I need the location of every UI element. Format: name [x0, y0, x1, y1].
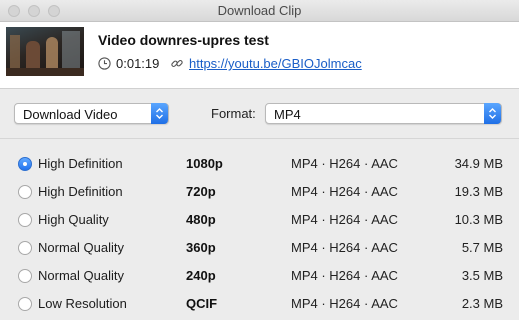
window-title: Download Clip [217, 3, 302, 18]
quality-radio[interactable] [18, 185, 32, 199]
quality-label: High Quality [38, 212, 109, 227]
video-title: Video downres-upres test [98, 32, 269, 48]
quality-option[interactable]: High Quality 480p MP4 · H264 · AAC 10.3 … [0, 206, 519, 234]
quality-size: 10.3 MB [454, 212, 503, 227]
quality-radio[interactable] [18, 297, 32, 311]
quality-size: 19.3 MB [454, 184, 503, 199]
quality-resolution: 1080p [186, 156, 223, 171]
quality-option[interactable]: High Definition 1080p MP4 · H264 · AAC 3… [0, 150, 519, 178]
quality-radio-selected[interactable] [18, 157, 32, 171]
quality-label: Normal Quality [38, 240, 124, 255]
quality-resolution: QCIF [186, 296, 218, 311]
quality-resolution: 480p [186, 212, 216, 227]
quality-option[interactable]: Normal Quality 360p MP4 · H264 · AAC 5.7… [0, 234, 519, 262]
quality-label: Normal Quality [38, 268, 124, 283]
chevron-updown-icon [484, 103, 501, 124]
action-dropdown[interactable]: Download Video [14, 103, 169, 124]
quality-option[interactable]: Normal Quality 240p MP4 · H264 · AAC 3.5… [0, 262, 519, 290]
quality-label: High Definition [38, 184, 123, 199]
quality-label: Low Resolution [38, 296, 127, 311]
quality-format: MP4 · H264 · AAC [291, 240, 398, 255]
video-url-link[interactable]: https://youtu.be/GBIOJolmcac [189, 56, 362, 71]
quality-size: 5.7 MB [461, 240, 503, 255]
chevron-updown-icon [151, 103, 168, 124]
quality-resolution: 240p [186, 268, 216, 283]
quality-resolution: 720p [186, 184, 216, 199]
quality-resolution: 360p [186, 240, 216, 255]
quality-size: 34.9 MB [454, 156, 503, 171]
format-label: Format: [211, 106, 256, 121]
quality-size: 3.5 MB [461, 268, 503, 283]
quality-format: MP4 · H264 · AAC [291, 212, 398, 227]
title-bar: Download Clip [0, 0, 519, 22]
quality-format: MP4 · H264 · AAC [291, 296, 398, 311]
clip-info-header: Video downres-upres test 0:01:19 https:/… [0, 22, 519, 89]
quality-format: MP4 · H264 · AAC [291, 184, 398, 199]
quality-size: 2.3 MB [461, 296, 503, 311]
action-dropdown-value: Download Video [23, 107, 118, 122]
video-duration: 0:01:19 [116, 56, 160, 71]
clock-icon [98, 57, 111, 70]
format-dropdown-value: MP4 [274, 107, 301, 122]
video-thumbnail [6, 27, 84, 76]
quality-radio[interactable] [18, 241, 32, 255]
quality-label: High Definition [38, 156, 123, 171]
quality-radio[interactable] [18, 213, 32, 227]
link-icon [171, 60, 183, 67]
quality-format: MP4 · H264 · AAC [291, 156, 398, 171]
format-dropdown[interactable]: MP4 [265, 103, 502, 124]
quality-format: MP4 · H264 · AAC [291, 268, 398, 283]
quality-radio[interactable] [18, 269, 32, 283]
quality-option[interactable]: High Definition 720p MP4 · H264 · AAC 19… [0, 178, 519, 206]
section-divider [0, 138, 519, 139]
quality-option[interactable]: Low Resolution QCIF MP4 · H264 · AAC 2.3… [0, 290, 519, 318]
